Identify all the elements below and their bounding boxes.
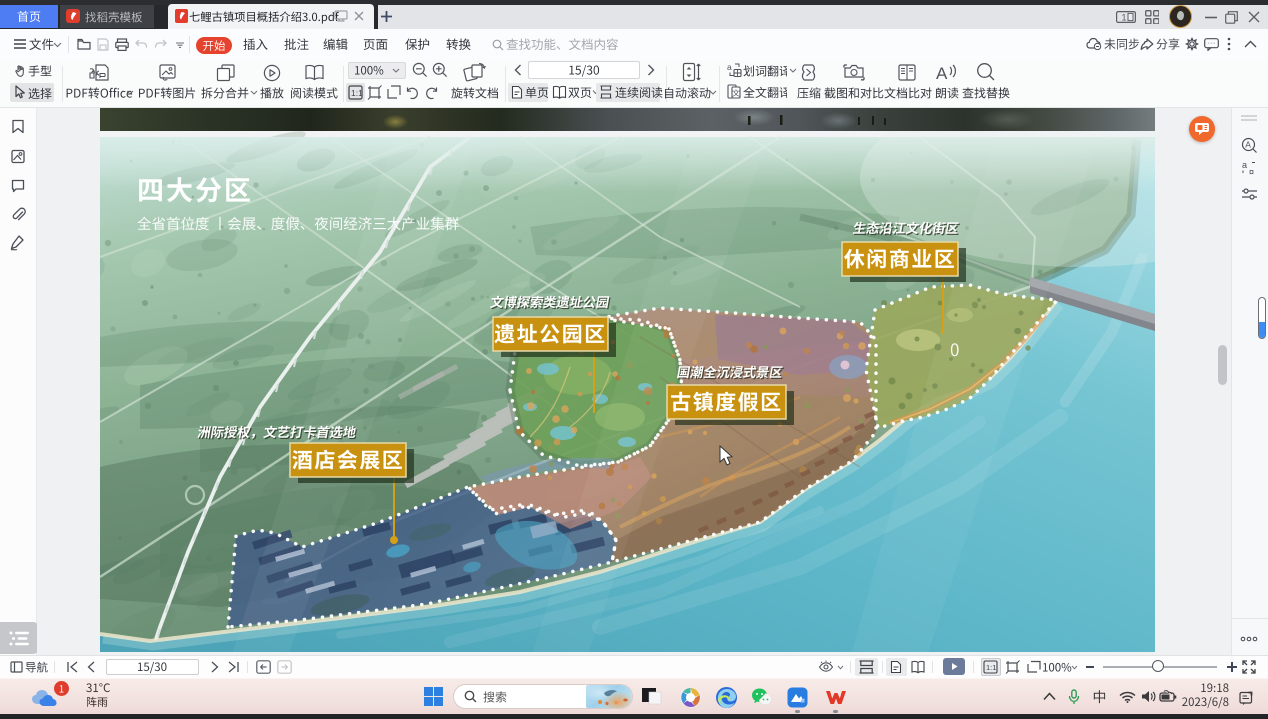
svg-text:a: a: [727, 62, 732, 72]
svg-text:¤: ¤: [1249, 167, 1254, 176]
svg-text:a: a: [1242, 160, 1247, 170]
svg-text:A: A: [936, 64, 948, 82]
svg-text:1:1: 1:1: [351, 88, 363, 98]
svg-text:1:1: 1:1: [986, 663, 996, 672]
svg-text:A: A: [1245, 140, 1251, 150]
svg-text:1: 1: [1122, 13, 1127, 23]
